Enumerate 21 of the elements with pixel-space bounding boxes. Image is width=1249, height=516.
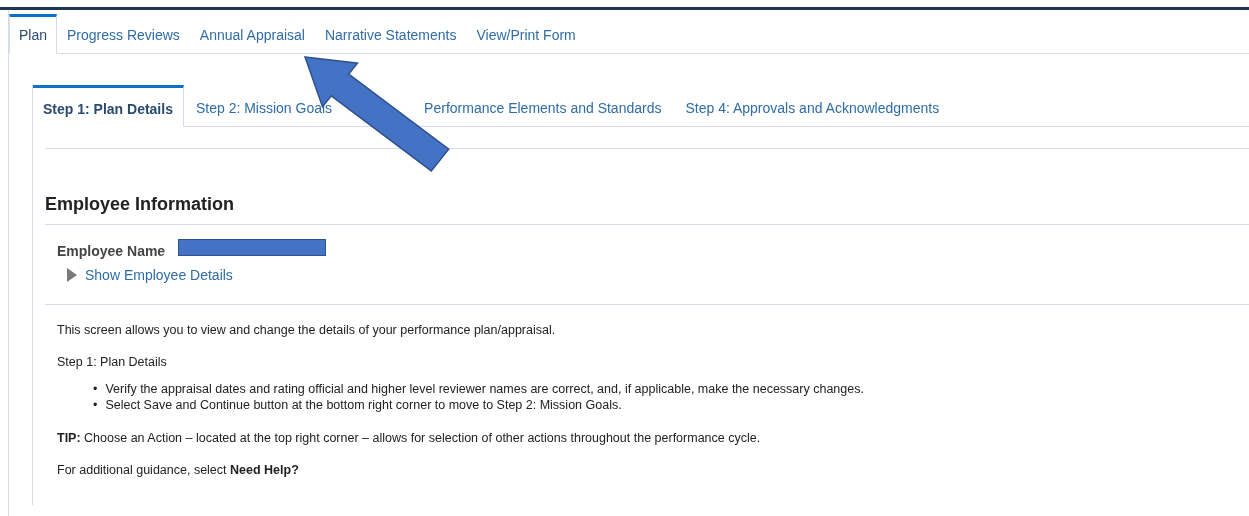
- section-heading: Employee Information: [45, 194, 1249, 225]
- tip-text: TIP: Choose an Action – located at the top right corner – allows for selection of other actions throughout the performance cycle.: [57, 431, 762, 445]
- bullet-marker: •: [93, 381, 98, 397]
- step-tab[interactable]: Performance Elements and Standards: [424, 86, 674, 120]
- bullet-text: Verify the appraisal dates and rating official and higher level reviewer names are correct, and, if applicable, make the necessary changes.: [105, 381, 864, 397]
- tab[interactable]: View/Print Form: [466, 14, 586, 54]
- details-toggle[interactable]: Show Employee Details: [67, 267, 233, 283]
- tab[interactable]: Progress Reviews: [57, 14, 190, 54]
- bullet-text: Select Save and Continue button at the bottom right corner to move to Step 2: Mission Goals.: [105, 397, 622, 413]
- step-heading: Step 1: Plan Details: [57, 355, 168, 369]
- help-text: For additional guidance, select Need Help?: [57, 463, 300, 477]
- step-tab[interactable]: Step 2: Mission Goals: [183, 86, 345, 126]
- intro-text: This screen allows you to view and change the details of your performance plan/appraisal.: [57, 323, 557, 337]
- step-tab[interactable]: Step 4: Approvals and Acknowledgments: [673, 86, 952, 126]
- tab[interactable]: Plan: [9, 14, 58, 54]
- field-label: Employee Name: [57, 243, 166, 259]
- step-tab[interactable]: Step 1: Plan Details: [33, 85, 184, 127]
- tab[interactable]: Annual Appraisal: [189, 14, 315, 54]
- tab[interactable]: Narrative Statements: [314, 14, 467, 54]
- expand-icon: [67, 268, 77, 282]
- bullet-marker: •: [93, 397, 98, 413]
